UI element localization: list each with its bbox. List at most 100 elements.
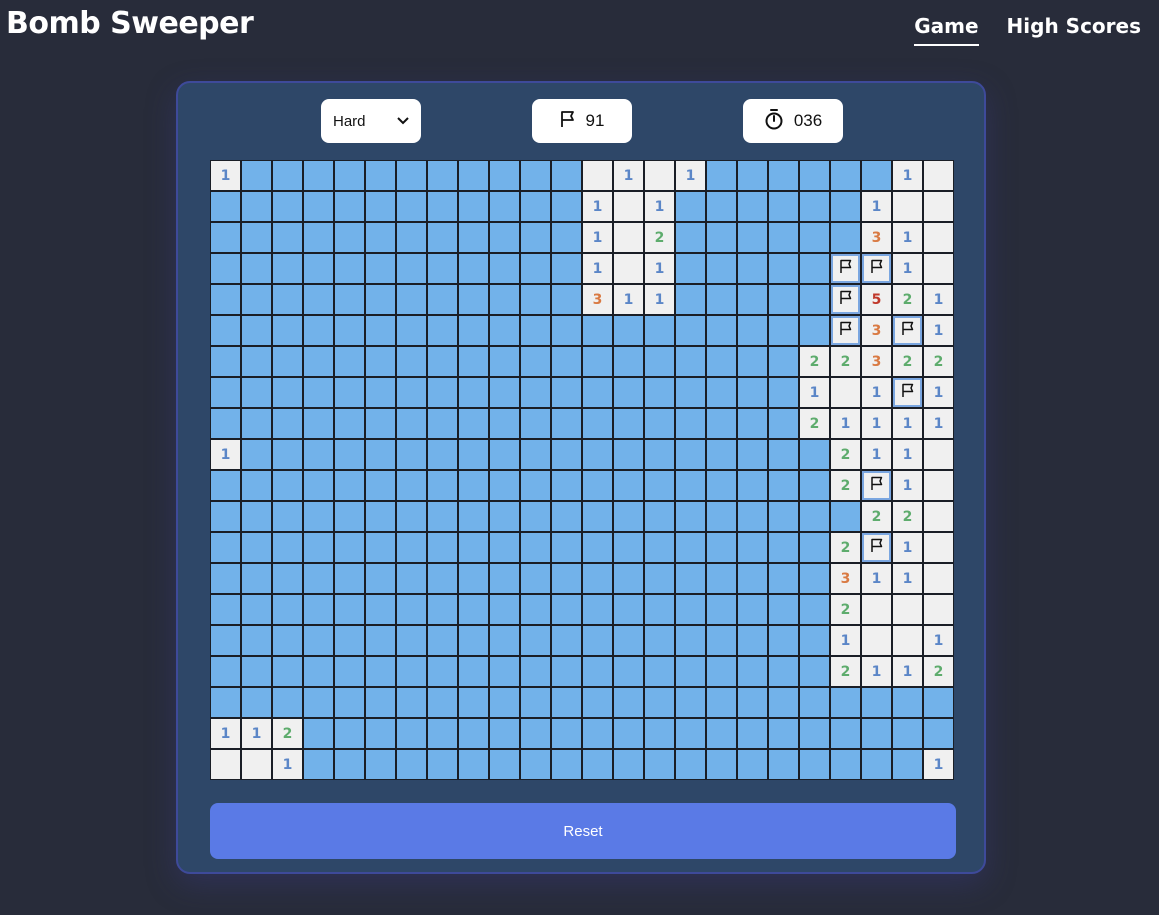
hidden-cell[interactable] xyxy=(303,315,334,346)
hidden-cell[interactable] xyxy=(272,315,303,346)
hidden-cell[interactable] xyxy=(334,718,365,749)
hidden-cell[interactable] xyxy=(210,284,241,315)
hidden-cell[interactable] xyxy=(210,625,241,656)
hidden-cell[interactable] xyxy=(489,346,520,377)
hidden-cell[interactable] xyxy=(334,253,365,284)
hidden-cell[interactable] xyxy=(768,687,799,718)
hidden-cell[interactable] xyxy=(706,222,737,253)
hidden-cell[interactable] xyxy=(396,749,427,780)
hidden-cell[interactable] xyxy=(396,501,427,532)
empty-cell[interactable] xyxy=(923,563,954,594)
hidden-cell[interactable] xyxy=(272,470,303,501)
hidden-cell[interactable] xyxy=(830,222,861,253)
hidden-cell[interactable] xyxy=(644,625,675,656)
hidden-cell[interactable] xyxy=(458,532,489,563)
hidden-cell[interactable] xyxy=(241,377,272,408)
empty-cell[interactable] xyxy=(923,253,954,284)
hidden-cell[interactable] xyxy=(582,625,613,656)
number-cell[interactable]: 1 xyxy=(892,532,923,563)
hidden-cell[interactable] xyxy=(458,284,489,315)
hidden-cell[interactable] xyxy=(489,532,520,563)
hidden-cell[interactable] xyxy=(551,253,582,284)
number-cell[interactable]: 1 xyxy=(644,191,675,222)
number-cell[interactable]: 2 xyxy=(892,346,923,377)
hidden-cell[interactable] xyxy=(241,439,272,470)
flagged-cell[interactable] xyxy=(830,315,861,346)
hidden-cell[interactable] xyxy=(644,408,675,439)
reset-button[interactable]: Reset xyxy=(210,803,956,859)
hidden-cell[interactable] xyxy=(644,563,675,594)
hidden-cell[interactable] xyxy=(737,749,768,780)
hidden-cell[interactable] xyxy=(675,470,706,501)
hidden-cell[interactable] xyxy=(768,718,799,749)
number-cell[interactable]: 3 xyxy=(861,315,892,346)
hidden-cell[interactable] xyxy=(706,160,737,191)
number-cell[interactable]: 1 xyxy=(799,377,830,408)
hidden-cell[interactable] xyxy=(737,532,768,563)
hidden-cell[interactable] xyxy=(396,284,427,315)
hidden-cell[interactable] xyxy=(334,377,365,408)
hidden-cell[interactable] xyxy=(241,594,272,625)
hidden-cell[interactable] xyxy=(830,191,861,222)
hidden-cell[interactable] xyxy=(458,563,489,594)
hidden-cell[interactable] xyxy=(458,377,489,408)
number-cell[interactable]: 1 xyxy=(861,408,892,439)
hidden-cell[interactable] xyxy=(489,315,520,346)
hidden-cell[interactable] xyxy=(613,346,644,377)
hidden-cell[interactable] xyxy=(334,501,365,532)
hidden-cell[interactable] xyxy=(427,377,458,408)
hidden-cell[interactable] xyxy=(489,501,520,532)
hidden-cell[interactable] xyxy=(830,718,861,749)
empty-cell[interactable] xyxy=(613,253,644,284)
hidden-cell[interactable] xyxy=(799,222,830,253)
hidden-cell[interactable] xyxy=(644,594,675,625)
number-cell[interactable]: 1 xyxy=(613,284,644,315)
hidden-cell[interactable] xyxy=(458,222,489,253)
difficulty-select[interactable]: Hard xyxy=(321,99,421,143)
hidden-cell[interactable] xyxy=(210,253,241,284)
hidden-cell[interactable] xyxy=(303,470,334,501)
hidden-cell[interactable] xyxy=(644,346,675,377)
hidden-cell[interactable] xyxy=(210,687,241,718)
hidden-cell[interactable] xyxy=(458,501,489,532)
hidden-cell[interactable] xyxy=(334,346,365,377)
hidden-cell[interactable] xyxy=(520,594,551,625)
hidden-cell[interactable] xyxy=(737,470,768,501)
hidden-cell[interactable] xyxy=(613,718,644,749)
hidden-cell[interactable] xyxy=(365,191,396,222)
number-cell[interactable]: 3 xyxy=(861,346,892,377)
hidden-cell[interactable] xyxy=(613,687,644,718)
hidden-cell[interactable] xyxy=(768,594,799,625)
number-cell[interactable]: 1 xyxy=(923,625,954,656)
hidden-cell[interactable] xyxy=(551,470,582,501)
hidden-cell[interactable] xyxy=(551,284,582,315)
hidden-cell[interactable] xyxy=(489,687,520,718)
number-cell[interactable]: 1 xyxy=(923,315,954,346)
hidden-cell[interactable] xyxy=(706,191,737,222)
hidden-cell[interactable] xyxy=(520,563,551,594)
hidden-cell[interactable] xyxy=(675,532,706,563)
hidden-cell[interactable] xyxy=(303,594,334,625)
hidden-cell[interactable] xyxy=(520,346,551,377)
hidden-cell[interactable] xyxy=(520,718,551,749)
hidden-cell[interactable] xyxy=(706,439,737,470)
hidden-cell[interactable] xyxy=(334,563,365,594)
hidden-cell[interactable] xyxy=(799,315,830,346)
hidden-cell[interactable] xyxy=(551,656,582,687)
hidden-cell[interactable] xyxy=(551,687,582,718)
hidden-cell[interactable] xyxy=(799,439,830,470)
number-cell[interactable]: 1 xyxy=(582,253,613,284)
hidden-cell[interactable] xyxy=(830,687,861,718)
hidden-cell[interactable] xyxy=(303,253,334,284)
hidden-cell[interactable] xyxy=(458,315,489,346)
hidden-cell[interactable] xyxy=(923,687,954,718)
hidden-cell[interactable] xyxy=(427,253,458,284)
hidden-cell[interactable] xyxy=(551,532,582,563)
hidden-cell[interactable] xyxy=(303,656,334,687)
hidden-cell[interactable] xyxy=(644,718,675,749)
hidden-cell[interactable] xyxy=(768,160,799,191)
hidden-cell[interactable] xyxy=(675,191,706,222)
hidden-cell[interactable] xyxy=(334,470,365,501)
hidden-cell[interactable] xyxy=(861,718,892,749)
hidden-cell[interactable] xyxy=(427,470,458,501)
